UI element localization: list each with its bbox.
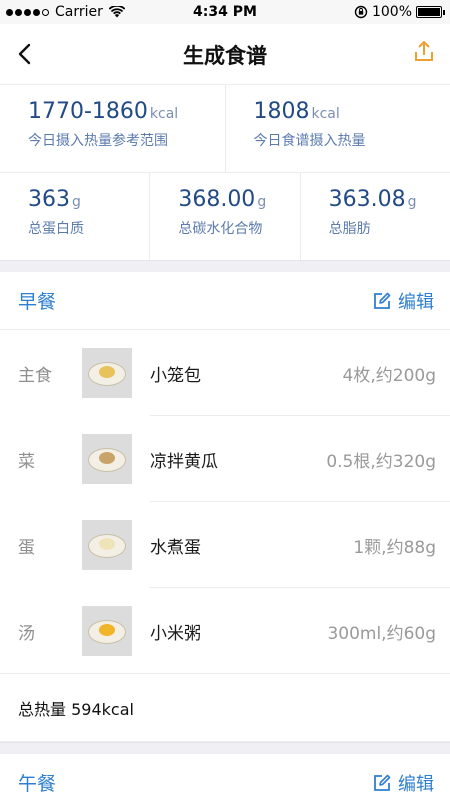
food-quantity: 4枚,约200g (342, 365, 436, 386)
status-right: 100% (354, 4, 445, 20)
edit-icon (374, 774, 391, 791)
page-title: 生成食谱 (183, 44, 267, 68)
meal-title: 午餐 (18, 773, 57, 795)
edit-lunch-button[interactable]: 编辑 (372, 770, 434, 796)
battery-icon (416, 6, 445, 18)
food-image (82, 520, 132, 570)
section-divider (0, 742, 450, 754)
recipe-calorie-value: 1808 kcal (253, 99, 340, 124)
reference-calorie-label: 今日摄入热量参考范围 (28, 133, 168, 149)
battery-percent: 100% (371, 4, 412, 20)
food-quantity: 300ml,约60g (327, 623, 436, 644)
reference-calorie-cell: 1770-1860 kcal 今日摄入热量参考范围 (0, 85, 225, 172)
food-category: 汤 (18, 623, 35, 644)
edit-icon (374, 292, 391, 309)
carbs-cell: 368.00 g 总碳水化合物 (149, 173, 299, 260)
food-name: 水煮蛋 (150, 537, 201, 558)
protein-value: 363 g (28, 187, 81, 212)
calorie-summary: 1770-1860 kcal 今日摄入热量参考范围 1808 kcal 今日食谱摄入… (0, 84, 450, 172)
food-name: 凉拌黄瓜 (150, 451, 218, 472)
list-item[interactable]: 主食 小笼包 4枚,约200g (0, 330, 450, 416)
food-name: 小笼包 (150, 365, 201, 386)
food-category: 菜 (18, 451, 35, 472)
meal-title: 早餐 (18, 291, 57, 313)
list-item[interactable]: 菜 凉拌黄瓜 0.5根,约320g (0, 416, 450, 502)
list-item[interactable]: 汤 小米粥 300ml,约60g (0, 588, 450, 674)
food-quantity: 1颗,约88g (353, 537, 436, 558)
food-quantity: 0.5根,约320g (326, 451, 436, 472)
nutrient-summary: 363 g 总蛋白质 368.00 g 总碳水化合物 363.08 g 总脂肪 (0, 172, 450, 260)
navigation-bar: 生成食谱 (0, 24, 450, 84)
food-category: 主食 (18, 365, 52, 386)
protein-cell: 363 g 总蛋白质 (0, 173, 149, 260)
carbs-label: 总碳水化合物 (178, 221, 263, 237)
rotation-lock-icon (354, 5, 368, 19)
status-bar: Carrier 4:34 PM 100% (0, 0, 450, 24)
reference-calorie-value: 1770-1860 kcal (28, 99, 179, 124)
section-divider (0, 260, 450, 272)
fat-label: 总脂肪 (328, 221, 371, 237)
fat-value: 363.08 g (328, 187, 417, 212)
food-category: 蛋 (18, 537, 35, 558)
recipe-calorie-label: 今日食谱摄入热量 (253, 133, 366, 149)
recipe-calorie-cell: 1808 kcal 今日食谱摄入热量 (224, 85, 450, 172)
lunch-header: 午餐 编辑 (0, 754, 450, 800)
edit-label: 编辑 (398, 291, 434, 313)
protein-label: 总蛋白质 (28, 221, 84, 237)
food-image (82, 348, 132, 398)
carbs-value: 368.00 g (178, 187, 267, 212)
breakfast-total-calories: 总热量 594kcal (0, 674, 450, 742)
breakfast-header: 早餐 编辑 (0, 272, 450, 330)
fat-cell: 363.08 g 总脂肪 (299, 173, 450, 260)
edit-breakfast-button[interactable]: 编辑 (372, 288, 434, 314)
food-image (82, 606, 132, 656)
share-icon[interactable] (412, 38, 436, 66)
edit-label: 编辑 (398, 773, 434, 795)
food-name: 小米粥 (150, 623, 201, 644)
food-image (82, 434, 132, 484)
list-item[interactable]: 蛋 水煮蛋 1颗,约88g (0, 502, 450, 588)
